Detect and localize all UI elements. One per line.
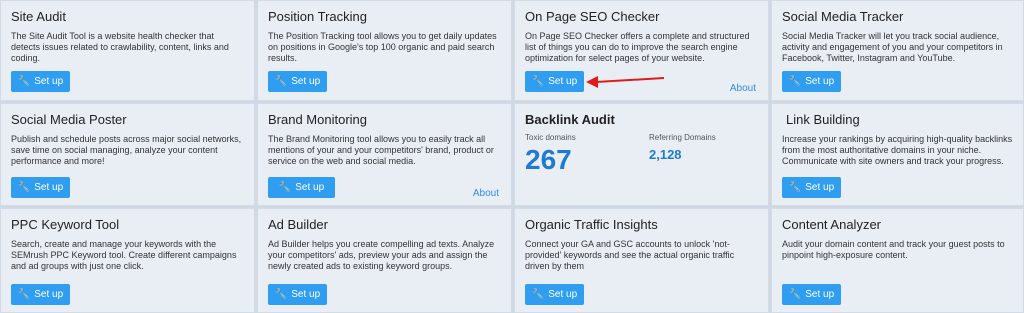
card-title: Ad Builder [268,217,328,232]
wrench-icon: 🔧 [17,288,31,300]
card-description: On Page SEO Checker offers a complete an… [525,31,750,63]
on-page-seo-setup-button[interactable]: 🔧 Set up [525,71,584,92]
card-title: Social Media Tracker [782,9,904,24]
card-title: Content Analyzer [782,217,882,232]
site-audit-setup-button[interactable]: 🔧 Set up [11,71,70,92]
ppc-keyword-setup-button[interactable]: 🔧 Set up [11,284,70,305]
referring-domains-label: Referring Domains [649,133,716,142]
button-label: Set up [805,289,835,300]
organic-traffic-setup-button[interactable]: 🔧 Set up [525,284,584,305]
button-label: Set up [805,76,835,87]
wrench-icon: 🔧 [788,288,802,300]
card-description: The Position Tracking tool allows you to… [268,31,497,63]
card-content-analyzer: Content Analyzer Audit your domain conte… [771,208,1024,313]
wrench-icon: 🔧 [17,75,31,87]
card-site-audit: Site Audit The Site Audit Tool is a webs… [0,0,255,101]
wrench-icon: 🔧 [278,181,292,193]
button-label: Set up [34,182,64,193]
brand-monitoring-setup-button[interactable]: 🔧 Set up [268,177,335,198]
button-label: Set up [548,76,578,87]
card-title: Position Tracking [268,9,367,24]
button-label: Set up [34,289,64,300]
card-social-media-tracker: Social Media Tracker Social Media Tracke… [771,0,1024,101]
red-arrow-icon [586,76,665,88]
about-link[interactable]: About [473,188,499,199]
card-description: Social Media Tracker will let you track … [782,31,1003,63]
card-title: PPC Keyword Tool [11,217,120,232]
position-tracking-setup-button[interactable]: 🔧 Set up [268,71,327,92]
card-description: Increase your rankings by acquiring high… [782,134,1013,166]
content-analyzer-setup-button[interactable]: 🔧 Set up [782,284,841,305]
card-position-tracking: Position Tracking The Position Tracking … [257,0,512,101]
wrench-icon: 🔧 [788,181,802,193]
wrench-icon: 🔧 [17,181,31,193]
button-label: Set up [34,76,64,87]
button-label: Set up [291,289,321,300]
wrench-icon: 🔧 [788,75,802,87]
toxic-domains-label: Toxic domains [525,133,576,142]
wrench-icon: 🔧 [274,75,288,87]
card-description: Publish and schedule posts across major … [11,134,242,166]
card-brand-monitoring: Brand Monitoring The Brand Monitoring to… [257,103,512,206]
ad-builder-setup-button[interactable]: 🔧 Set up [268,284,327,305]
card-description: The Site Audit Tool is a website health … [11,31,229,63]
wrench-icon: 🔧 [531,75,545,87]
social-media-poster-setup-button[interactable]: 🔧 Set up [11,177,70,198]
social-media-tracker-setup-button[interactable]: 🔧 Set up [782,71,841,92]
referring-domains-value[interactable]: 2,128 [649,147,682,162]
about-link[interactable]: About [730,83,756,94]
card-ad-builder: Ad Builder Ad Builder helps you create c… [257,208,512,313]
card-description: Ad Builder helps you create compelling a… [268,239,495,271]
card-title: On Page SEO Checker [525,9,660,24]
card-description: Connect your GA and GSC accounts to unlo… [525,239,735,271]
button-label: Set up [291,76,321,87]
card-backlink-audit: Backlink Audit Toxic domains 267 Referri… [514,103,769,206]
card-title: Backlink Audit [525,112,615,127]
card-description: The Brand Monitoring tool allows you to … [268,134,494,166]
card-title: Site Audit [11,9,66,24]
card-title: Link Building [786,112,860,127]
card-ppc-keyword-tool: PPC Keyword Tool Search, create and mana… [0,208,255,313]
card-social-media-poster: Social Media Poster Publish and schedule… [0,103,255,206]
card-description: Audit your domain content and track your… [782,239,1005,260]
card-title: Brand Monitoring [268,112,367,127]
wrench-icon: 🔧 [531,288,545,300]
card-organic-traffic-insights: Organic Traffic Insights Connect your GA… [514,208,769,313]
button-label: Set up [805,182,835,193]
card-link-building: Link Building Increase your rankings by … [771,103,1024,206]
card-description: Search, create and manage your keywords … [11,239,237,271]
button-label: Set up [548,289,578,300]
wrench-icon: 🔧 [274,288,288,300]
card-title: Social Media Poster [11,112,127,127]
card-title: Organic Traffic Insights [525,217,658,232]
button-label: Set up [295,182,325,193]
toxic-domains-value[interactable]: 267 [525,144,572,176]
link-building-setup-button[interactable]: 🔧 Set up [782,177,841,198]
